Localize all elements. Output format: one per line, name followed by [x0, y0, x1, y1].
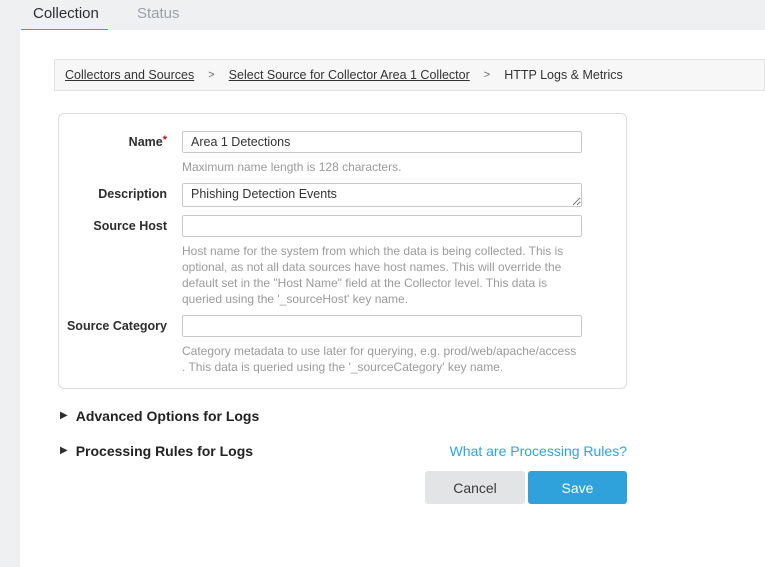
collapsed-caret-icon: ▶ — [60, 444, 68, 458]
breadcrumb-separator: > — [208, 69, 214, 81]
source-host-field-col: Host name for the system from which the … — [182, 215, 582, 307]
source-host-row: Source Host Host name for the system fro… — [59, 215, 626, 307]
breadcrumb-collectors-and-sources[interactable]: Collectors and Sources — [65, 68, 194, 82]
advanced-options-title: Advanced Options for Logs — [76, 408, 260, 424]
description-label: Description — [59, 183, 182, 207]
source-category-helper-text: Category metadata to use later for query… — [182, 343, 582, 375]
name-helper-text: Maximum name length is 128 characters. — [182, 159, 582, 175]
save-button[interactable]: Save — [528, 471, 627, 504]
source-form-card: Name* Maximum name length is 128 charact… — [58, 113, 627, 389]
processing-rules-section-toggle[interactable]: ▶ Processing Rules for Logs What are Pro… — [58, 443, 627, 459]
description-row: Description Phishing Detection Events — [59, 183, 626, 207]
tab-collection[interactable]: Collection — [33, 5, 99, 22]
required-asterisk: * — [163, 134, 167, 146]
name-field-col: Maximum name length is 128 characters. — [182, 131, 582, 175]
source-category-row: Source Category Category metadata to use… — [59, 315, 626, 375]
source-host-helper-text: Host name for the system from which the … — [182, 243, 582, 307]
description-textarea[interactable]: Phishing Detection Events — [182, 183, 582, 207]
breadcrumb-separator: > — [484, 69, 490, 81]
breadcrumb-current-page: HTTP Logs & Metrics — [504, 68, 623, 82]
processing-rules-title: Processing Rules for Logs — [76, 443, 253, 459]
description-field-col: Phishing Detection Events — [182, 183, 582, 207]
form-actions: Cancel Save — [58, 471, 627, 504]
breadcrumb-select-source[interactable]: Select Source for Collector Area 1 Colle… — [229, 68, 470, 82]
source-host-label: Source Host — [59, 215, 182, 307]
source-category-label: Source Category — [59, 315, 182, 375]
advanced-options-section-toggle[interactable]: ▶ Advanced Options for Logs — [58, 408, 627, 424]
source-form-content: Name* Maximum name length is 128 charact… — [58, 113, 627, 504]
name-label-text: Name — [129, 135, 163, 149]
collapsed-caret-icon: ▶ — [60, 409, 68, 423]
collection-panel: Collectors and Sources > Select Source f… — [20, 30, 765, 567]
tab-bar: Collection Status — [0, 0, 765, 30]
what-are-processing-rules-link[interactable]: What are Processing Rules? — [450, 443, 627, 459]
breadcrumb: Collectors and Sources > Select Source f… — [54, 59, 765, 91]
source-category-input[interactable] — [182, 315, 582, 337]
tab-status[interactable]: Status — [137, 5, 180, 22]
source-host-input[interactable] — [182, 215, 582, 237]
name-input[interactable] — [182, 131, 582, 153]
name-label: Name* — [59, 131, 182, 175]
source-category-field-col: Category metadata to use later for query… — [182, 315, 582, 375]
name-row: Name* Maximum name length is 128 charact… — [59, 131, 626, 175]
cancel-button[interactable]: Cancel — [425, 471, 525, 504]
